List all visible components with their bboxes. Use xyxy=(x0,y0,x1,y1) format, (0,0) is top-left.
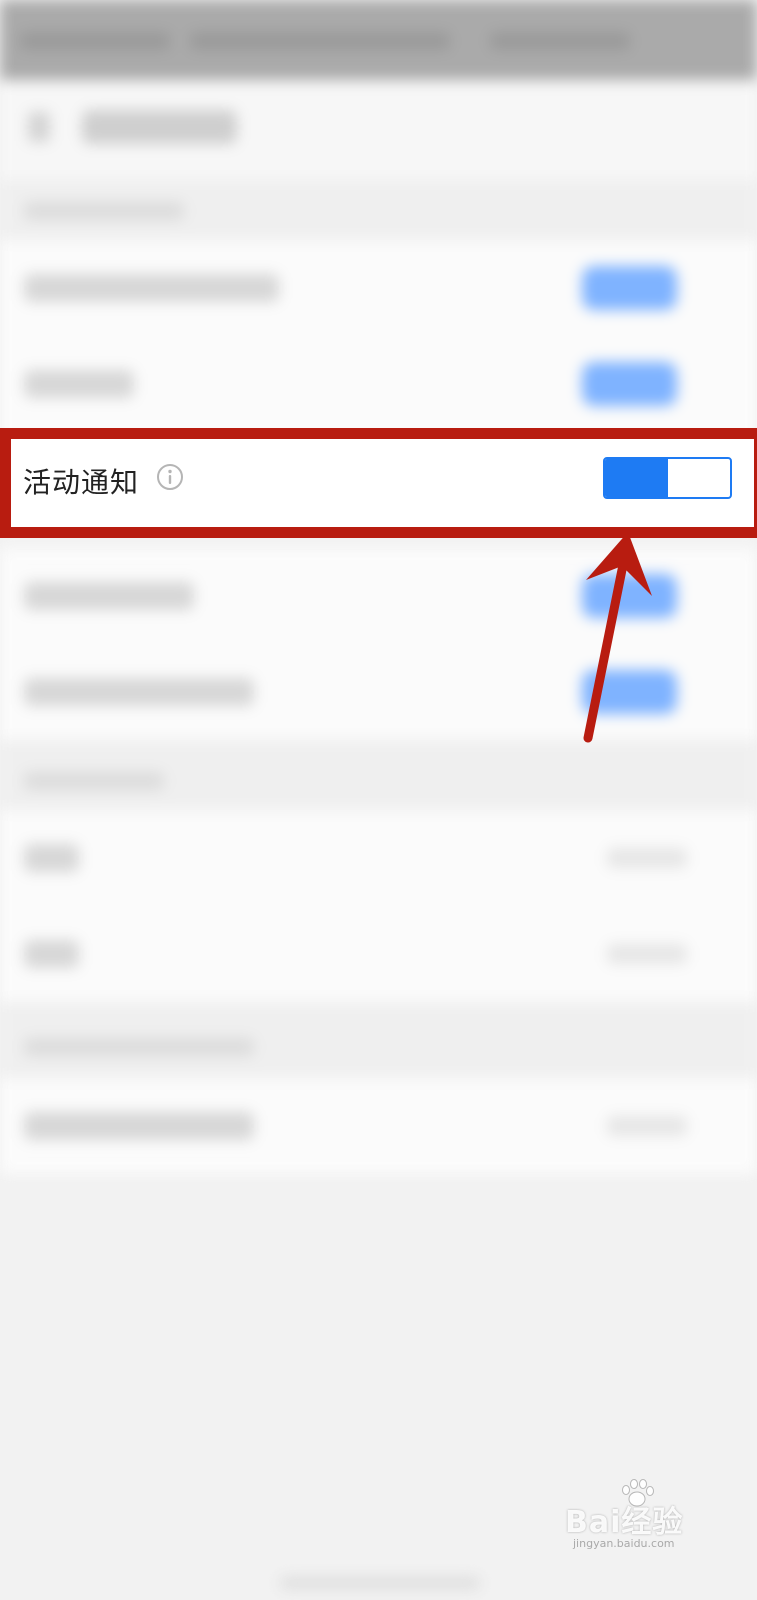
activity-notification-toggle[interactable] xyxy=(603,457,732,499)
status-bar xyxy=(0,0,757,80)
row-value xyxy=(607,944,687,964)
toggle-fill xyxy=(605,459,668,497)
back-icon[interactable] xyxy=(28,112,50,142)
toggle-switch[interactable] xyxy=(582,362,677,406)
row-value xyxy=(607,1116,687,1136)
activity-notification-label: 活动通知 xyxy=(23,466,140,499)
baidu-watermark: Bai经验 jingyan.baidu.com xyxy=(565,1479,715,1555)
setting-row[interactable] xyxy=(0,1078,757,1174)
toggle-switch[interactable] xyxy=(582,266,677,310)
info-circle-icon[interactable] xyxy=(156,463,184,491)
watermark-brand: Bai经验 xyxy=(565,1505,684,1540)
screen: 活动通知 Bai经验 jingyan.baidu.com xyxy=(0,0,757,1600)
page-title xyxy=(82,110,237,144)
annotation-arrow xyxy=(583,532,652,743)
row-value xyxy=(607,848,687,868)
setting-row[interactable] xyxy=(0,240,757,336)
section-header xyxy=(0,180,757,240)
setting-row[interactable] xyxy=(0,336,757,432)
watermark-site: jingyan.baidu.com xyxy=(573,1537,675,1550)
setting-row[interactable] xyxy=(0,810,757,906)
blurred-background xyxy=(0,0,757,1600)
nav-bar xyxy=(0,80,757,180)
setting-row[interactable] xyxy=(0,906,757,1002)
section-header xyxy=(0,1002,757,1078)
home-indicator xyxy=(280,1578,480,1588)
